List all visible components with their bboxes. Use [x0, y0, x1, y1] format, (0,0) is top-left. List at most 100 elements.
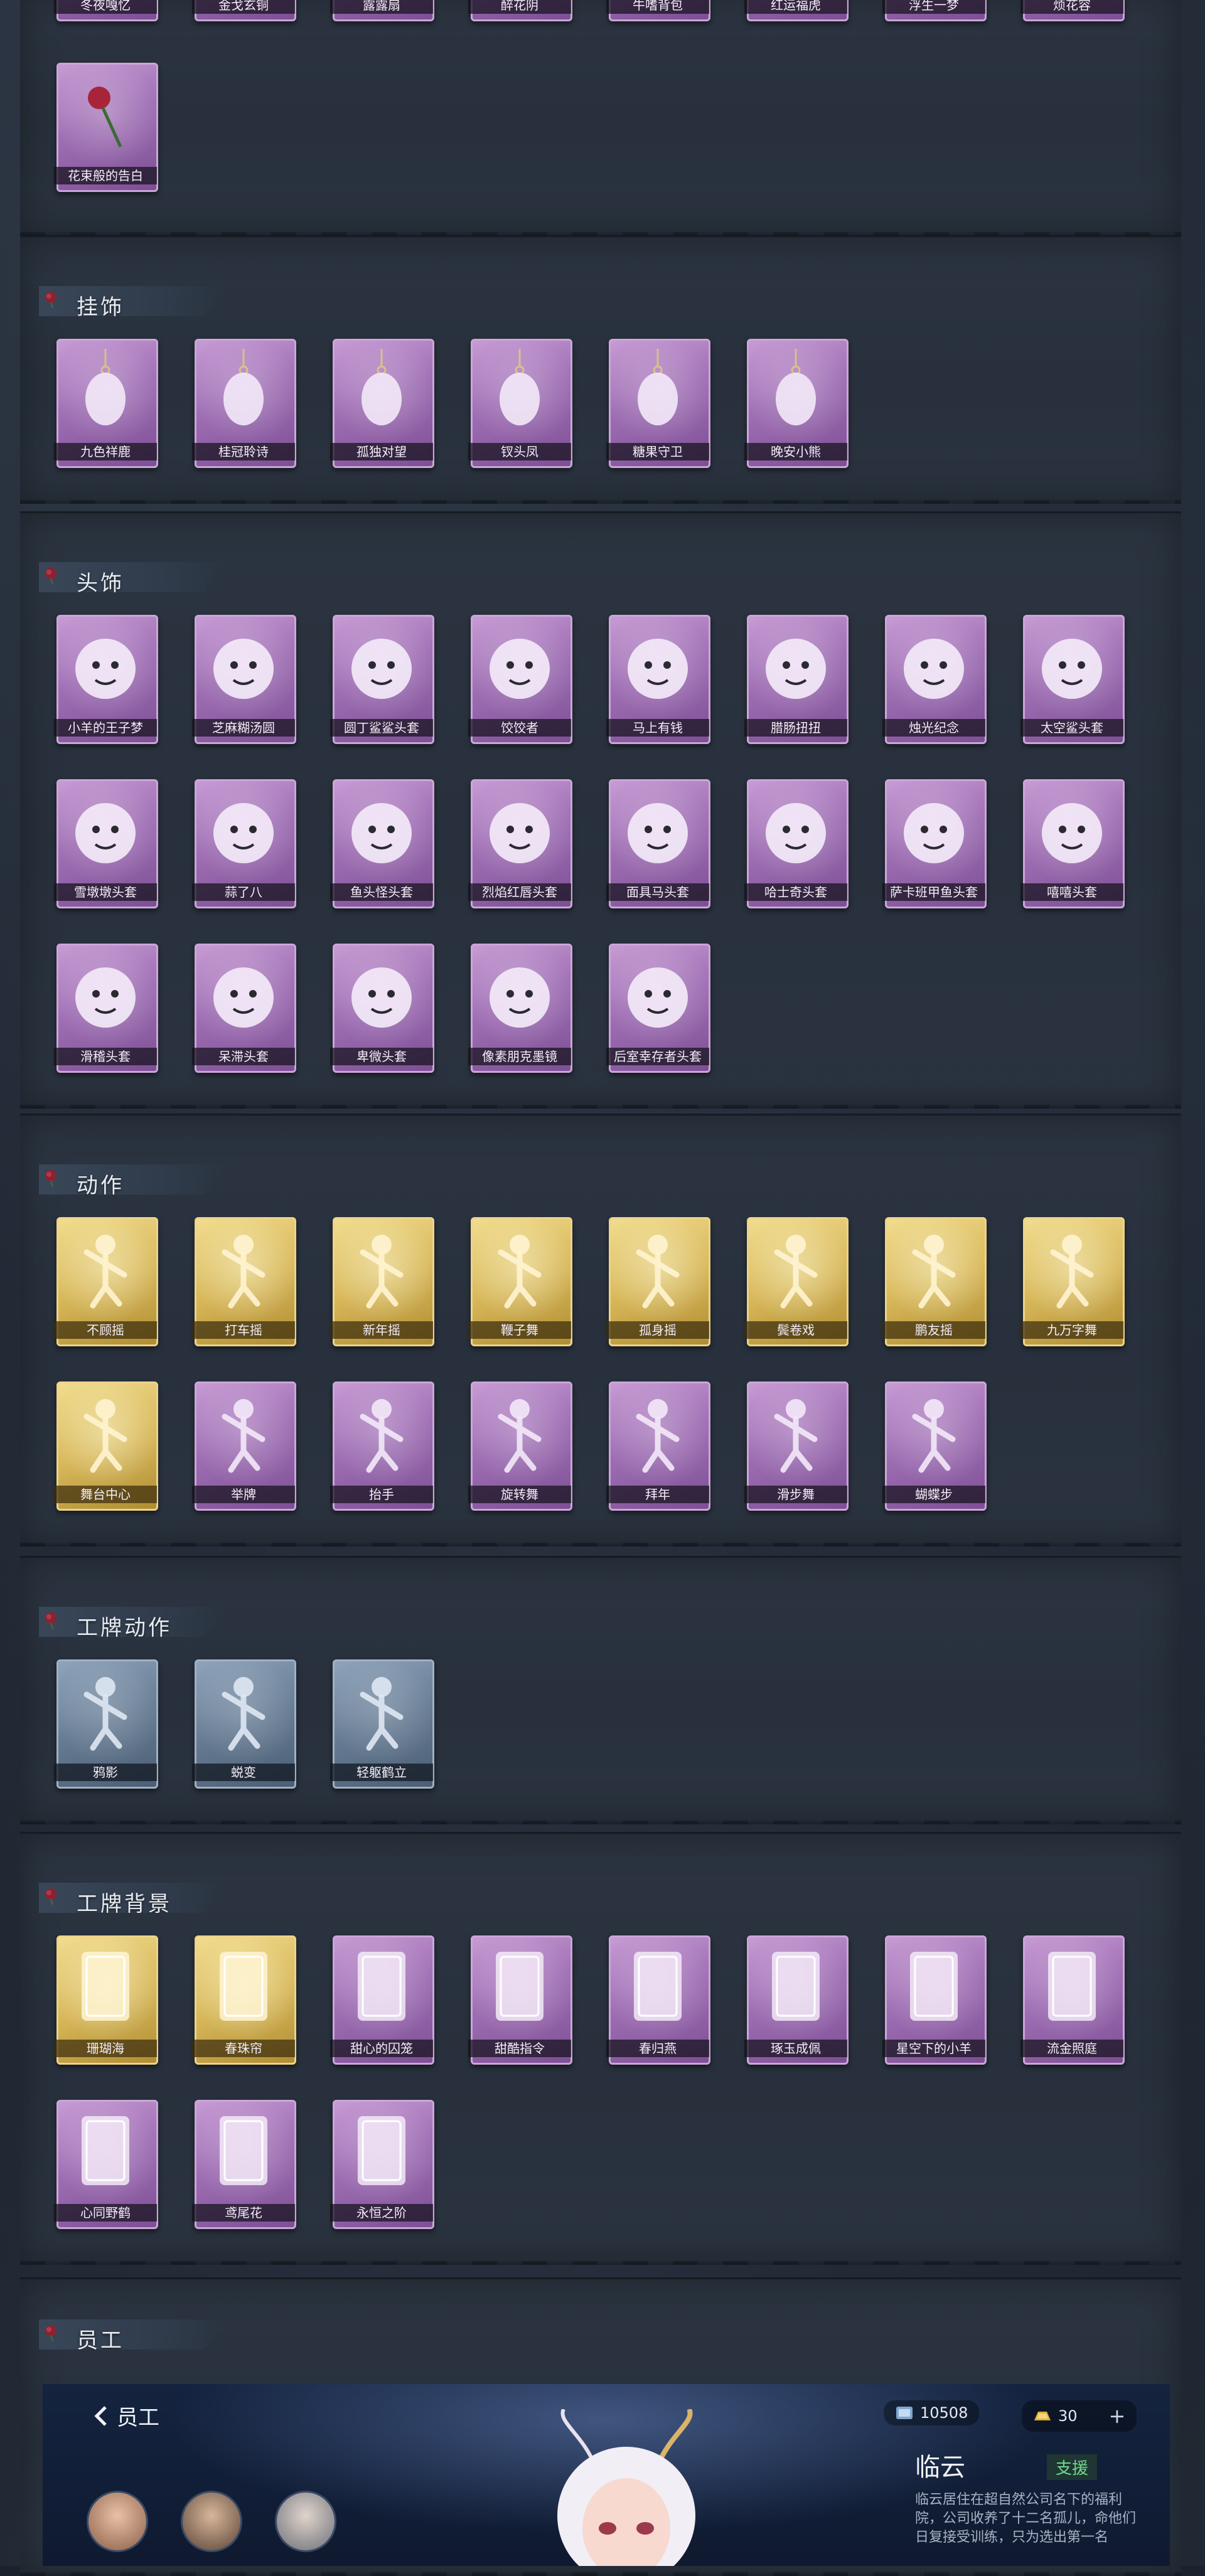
item-card[interactable]: 牛嗜背包 — [606, 0, 710, 21]
item-label: 抬手 — [330, 1486, 433, 1503]
butterfly-pose-icon — [896, 1392, 972, 1473]
staff-avatar[interactable] — [87, 2491, 148, 2552]
item-card[interactable]: 蜕变 — [192, 1659, 296, 1789]
item-card[interactable]: 流金照庭 — [1020, 1935, 1125, 2065]
item-card[interactable]: 鸢尾花 — [192, 2100, 296, 2229]
item-card[interactable]: 琢玉成佩 — [744, 1935, 849, 2065]
item-card[interactable]: 鱼头怪头套 — [330, 779, 434, 908]
item-card[interactable]: 星空下的小羊 — [882, 1935, 987, 2065]
item-card[interactable]: 面具马头套 — [606, 779, 710, 908]
staff-info: 临云 支援 临云居住在超自然公司名下的福利院，公司收养了十二名孤儿，命他们日复接… — [890, 2447, 1154, 2566]
item-label: 永恒之阶 — [330, 2204, 433, 2222]
item-card[interactable]: 孤独对望 — [330, 339, 434, 468]
item-card[interactable]: 滑稽头套 — [54, 944, 158, 1073]
item-label: 轻躯鹤立 — [330, 1764, 433, 1781]
currency-a[interactable]: 10508 — [884, 2400, 980, 2425]
item-card[interactable]: 冬夜嘎忆 — [54, 0, 158, 21]
item-card[interactable]: 烈焰红唇头套 — [468, 779, 572, 908]
item-card[interactable]: 蝴蝶步 — [882, 1381, 987, 1511]
section-title: 挂饰 — [77, 295, 124, 320]
item-card[interactable]: 鸦影 — [54, 1659, 158, 1789]
item-card[interactable]: 红运福虎 — [744, 0, 849, 21]
item-card[interactable]: 孤身摇 — [606, 1217, 710, 1346]
item-card[interactable]: 春归燕 — [606, 1935, 710, 2065]
item-card[interactable]: 钗头凤 — [468, 339, 572, 468]
item-label: 桂冠聆诗 — [192, 443, 295, 460]
item-card[interactable]: 新年摇 — [330, 1217, 434, 1346]
item-card[interactable]: 打车摇 — [192, 1217, 296, 1346]
item-card[interactable]: 蒜了八 — [192, 779, 296, 908]
staff-avatar[interactable] — [275, 2491, 336, 2552]
item-card[interactable]: 抬手 — [330, 1381, 434, 1511]
chevron-left-icon — [94, 2405, 107, 2426]
item-card[interactable]: 像素朋克墨镜 — [468, 944, 572, 1073]
item-label: 小羊的王子梦 — [54, 719, 157, 737]
item-card[interactable]: 萨卡班甲鱼头套 — [882, 779, 987, 908]
item-card[interactable]: 甜心的囚笼 — [330, 1935, 434, 2065]
item-card[interactable]: 哈士奇头套 — [744, 779, 849, 908]
item-card[interactable]: 九色祥鹿 — [54, 339, 158, 468]
item-card[interactable]: 雪墩墩头套 — [54, 779, 158, 908]
sheep-head-icon — [68, 625, 143, 706]
item-card[interactable]: 马上有钱 — [606, 615, 710, 744]
item-card[interactable]: 鹏友摇 — [882, 1217, 987, 1346]
item-card[interactable]: 呆滞头套 — [192, 944, 296, 1073]
item-label: 旋转舞 — [468, 1486, 571, 1503]
item-card[interactable]: 圆丁鲨鲨头套 — [330, 615, 434, 744]
item-label: 鸦影 — [54, 1764, 157, 1781]
item-label: 醉花阴 — [468, 0, 571, 14]
currency-b[interactable]: 30 + — [1022, 2400, 1137, 2432]
item-label: 腊肠扭扭 — [744, 719, 847, 737]
item-card[interactable]: 糖果守卫 — [606, 339, 710, 468]
item-card[interactable]: 甜酷指令 — [468, 1935, 572, 2065]
item-label: 嘻嘻头套 — [1020, 883, 1123, 901]
dance-pose-icon — [68, 1227, 143, 1309]
item-label: 芝麻糊汤圆 — [192, 719, 295, 737]
item-card[interactable]: 心同野鹤 — [54, 2100, 158, 2229]
item-card[interactable]: 嘻嘻头套 — [1020, 779, 1125, 908]
staff-description: 临云居住在超自然公司名下的福利院，公司收养了十二名孤儿，命他们日复接受训练，只为… — [915, 2492, 1137, 2545]
item-card[interactable]: 舞台中心 — [54, 1381, 158, 1511]
item-label: 烛光纪念 — [882, 719, 985, 737]
item-card[interactable]: 滑步舞 — [744, 1381, 849, 1511]
item-label: 春珠帘 — [192, 2040, 295, 2057]
item-card[interactable]: 鬓卷戏 — [744, 1217, 849, 1346]
staff-avatar[interactable] — [181, 2491, 242, 2552]
item-card[interactable]: 后室幸存者头套 — [606, 944, 710, 1073]
item-card[interactable]: 太空鲨头套 — [1020, 615, 1125, 744]
item-card[interactable]: 烛光纪念 — [882, 615, 987, 744]
item-label: 蝴蝶步 — [882, 1486, 985, 1503]
item-label: 星空下的小羊 — [882, 2040, 985, 2057]
item-card[interactable]: 腊肠扭扭 — [744, 615, 849, 744]
item-card[interactable]: 珊瑚海 — [54, 1935, 158, 2065]
item-card[interactable]: 拜年 — [606, 1381, 710, 1511]
item-card[interactable]: 芝麻糊汤圆 — [192, 615, 296, 744]
item-card[interactable]: 饺饺者 — [468, 615, 572, 744]
candle-head-icon — [896, 625, 972, 706]
item-card[interactable]: 轻躯鹤立 — [330, 1659, 434, 1789]
item-card[interactable]: 花束般的告白 — [54, 63, 158, 192]
item-card[interactable]: 鞭子舞 — [468, 1217, 572, 1346]
item-card[interactable]: 晚安小熊 — [744, 339, 849, 468]
item-card[interactable]: 金戈玄铜 — [192, 0, 296, 21]
item-card[interactable]: 醉花阴 — [468, 0, 572, 21]
item-card[interactable]: 小羊的王子梦 — [54, 615, 158, 744]
item-card[interactable]: 烦花容 — [1020, 0, 1125, 21]
gas-mask-icon — [620, 954, 695, 1035]
item-card[interactable]: 旋转舞 — [468, 1381, 572, 1511]
back-label: 员工 — [117, 2405, 159, 2430]
horse-mask-head-icon — [620, 789, 695, 871]
item-card[interactable]: 桂冠聆诗 — [192, 339, 296, 468]
item-card[interactable]: 九万字舞 — [1020, 1217, 1125, 1346]
item-card[interactable]: 举牌 — [192, 1381, 296, 1511]
item-card[interactable]: 永恒之阶 — [330, 2100, 434, 2229]
item-card[interactable]: 露露扇 — [330, 0, 434, 21]
item-card[interactable]: 春珠帘 — [192, 1935, 296, 2065]
add-icon[interactable]: + — [1109, 2404, 1126, 2428]
item-card[interactable]: 浮生一梦 — [882, 0, 987, 21]
item-label: 哈士奇头套 — [744, 883, 847, 901]
dance-pose-icon — [206, 1227, 281, 1309]
back-button[interactable]: 员工 — [93, 2400, 159, 2431]
item-card[interactable]: 不顾摇 — [54, 1217, 158, 1346]
item-card[interactable]: 卑微头套 — [330, 944, 434, 1073]
